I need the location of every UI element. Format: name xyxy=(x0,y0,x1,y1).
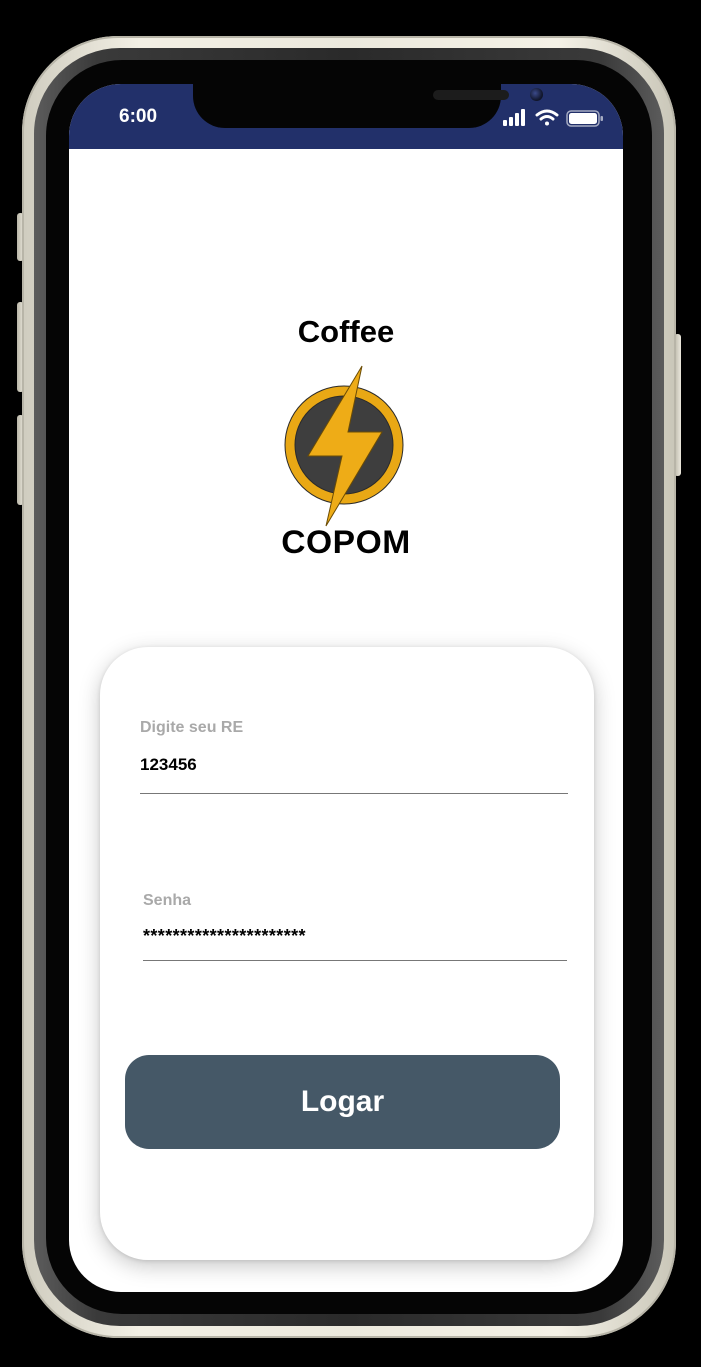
password-field-underline xyxy=(143,960,567,961)
phone-screen: 6:00 Coffee COPOM Digite seu RE 123456 S… xyxy=(69,84,623,1292)
re-input[interactable]: 123456 xyxy=(140,755,568,777)
login-card: Digite seu RE 123456 Senha *************… xyxy=(100,647,594,1260)
app-logo: Coffee COPOM xyxy=(69,314,623,564)
status-icons xyxy=(503,109,603,127)
wifi-icon xyxy=(535,109,559,126)
password-input[interactable]: ********************** xyxy=(143,926,567,948)
lightning-bolt-icon xyxy=(284,365,404,527)
password-field[interactable]: Senha ********************** xyxy=(143,892,567,961)
logo-bottom-text: COPOM xyxy=(281,524,411,560)
front-camera xyxy=(530,88,543,101)
re-field-underline xyxy=(140,793,568,794)
notch xyxy=(193,84,543,128)
status-time: 6:00 xyxy=(119,106,158,127)
re-field[interactable]: Digite seu RE 123456 xyxy=(140,719,568,794)
earpiece-speaker xyxy=(433,90,509,100)
cellular-signal-icon xyxy=(503,109,525,126)
battery-icon xyxy=(566,110,603,127)
password-field-label: Senha xyxy=(143,892,192,909)
phone-mockup: 6:00 Coffee COPOM Digite seu RE 123456 S… xyxy=(0,0,701,1367)
login-button[interactable]: Logar xyxy=(125,1055,560,1149)
re-field-label: Digite seu RE xyxy=(140,719,244,736)
logo-top-text: Coffee xyxy=(297,314,395,349)
